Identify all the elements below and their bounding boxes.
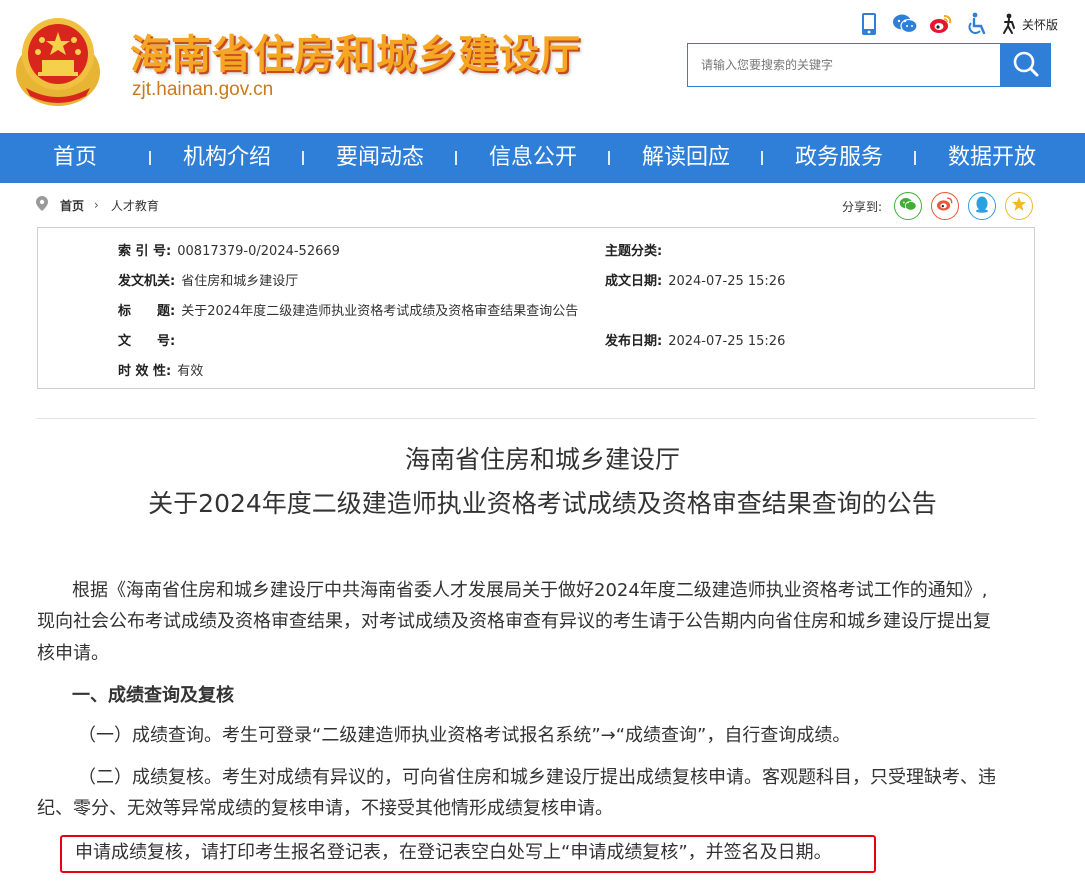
share-weibo-button[interactable] bbox=[931, 192, 960, 220]
nav-item-interpretation[interactable]: 解读回应 bbox=[642, 133, 730, 183]
accessibility-icon[interactable] bbox=[964, 11, 990, 37]
meta-created: 成文日期: 2024-07-25 15:26 bbox=[605, 270, 785, 289]
nav-item-about[interactable]: 机构介绍 bbox=[183, 133, 271, 183]
weibo-icon bbox=[936, 196, 954, 216]
location-pin-icon bbox=[36, 196, 48, 214]
chevron-right-icon: › bbox=[94, 198, 99, 212]
meta-issuer-label: 发文机关: bbox=[118, 274, 176, 289]
meta-title-value: 关于2024年度二级建造师执业资格考试成绩及资格审查结果查询公告 bbox=[181, 304, 579, 319]
breadcrumb-home[interactable]: 首页 bbox=[60, 197, 84, 214]
nav-separator bbox=[761, 151, 763, 165]
meta-index: 索 引 号: 00817379-0/2024-52669 bbox=[118, 240, 340, 259]
nav-item-news[interactable]: 要闻动态 bbox=[336, 133, 424, 183]
search-input[interactable] bbox=[688, 44, 1000, 86]
article-paragraph-line: 核申请。 bbox=[37, 643, 109, 664]
nav-separator bbox=[455, 151, 457, 165]
meta-created-value: 2024-07-25 15:26 bbox=[668, 274, 786, 289]
document-meta-box: 索 引 号: 00817379-0/2024-52669 主题分类: 发文机关: 省… bbox=[37, 227, 1035, 389]
header-tools: 关怀版 bbox=[856, 10, 1058, 38]
wechat-icon bbox=[899, 197, 917, 216]
article-title-line2: 关于2024年度二级建造师执业资格考试成绩及资格审查结果查询的公告 bbox=[148, 489, 937, 518]
meta-title-label: 标 题: bbox=[118, 304, 176, 319]
site-url[interactable]: zjt.hainan.gov.cn bbox=[132, 79, 273, 101]
meta-docno-label: 文 号: bbox=[118, 334, 176, 349]
search-box bbox=[687, 43, 1000, 87]
nav-item-disclosure[interactable]: 信息公开 bbox=[489, 133, 577, 183]
meta-validity-value: 有效 bbox=[177, 364, 204, 379]
section-heading: 一、成绩查询及复核 bbox=[72, 685, 234, 706]
nav-separator bbox=[608, 151, 610, 165]
search-button[interactable] bbox=[1000, 43, 1051, 87]
care-mode-link[interactable]: 关怀版 bbox=[1022, 16, 1058, 33]
main-nav: 首页 机构介绍 要闻动态 信息公开 解读回应 政务服务 数据开放 bbox=[0, 133, 1085, 183]
meta-index-label: 索 引 号: bbox=[118, 244, 172, 259]
article-paragraph-line: 现向社会公布考试成绩及资格审查结果，对考试成绩及资格审查有异议的考生请于公告期内… bbox=[37, 611, 991, 632]
meta-topic: 主题分类: bbox=[605, 240, 668, 259]
nav-item-open-data[interactable]: 数据开放 bbox=[948, 133, 1036, 183]
site-header: 海南省住房和城乡建设厅 zjt.hainan.gov.cn 关怀版 bbox=[0, 0, 1085, 133]
meta-issuer-value: 省住房和城乡建设厅 bbox=[181, 274, 299, 289]
meta-published-label: 发布日期: bbox=[605, 334, 663, 349]
article-paragraph-line: （二）成绩复核。考生对成绩有异议的，可向省住房和城乡建设厅提出成绩复核申请。客观… bbox=[78, 767, 996, 788]
meta-published-value: 2024-07-25 15:26 bbox=[668, 334, 786, 349]
breadcrumb: 首页 › 人才教育 bbox=[36, 195, 159, 215]
qq-icon bbox=[975, 196, 989, 217]
meta-created-label: 成文日期: bbox=[605, 274, 663, 289]
meta-title: 标 题: 关于2024年度二级建造师执业资格考试成绩及资格审查结果查询公告 bbox=[118, 300, 578, 319]
meta-issuer: 发文机关: 省住房和城乡建设厅 bbox=[118, 270, 298, 289]
meta-index-value: 00817379-0/2024-52669 bbox=[177, 244, 340, 259]
article-title-line1: 海南省住房和城乡建设厅 bbox=[404, 445, 680, 474]
national-emblem-logo[interactable] bbox=[12, 10, 104, 110]
share-bar: 分享到: bbox=[842, 191, 1034, 221]
breadcrumb-current[interactable]: 人才教育 bbox=[111, 197, 159, 214]
content-divider bbox=[37, 418, 1035, 419]
meta-topic-label: 主题分类: bbox=[605, 244, 663, 259]
article-paragraph-line: 根据《海南省住房和城乡建设厅中共海南省委人才发展局关于做好2024年度二级建造师… bbox=[72, 580, 988, 601]
meta-validity-label: 时 效 性: bbox=[118, 364, 172, 379]
qzone-star-icon bbox=[1011, 196, 1027, 216]
highlighted-paragraph: 申请成绩复核，请打印考生报名登记表，在登记表空白处写上“申请成绩复核”，并签名及… bbox=[75, 842, 832, 863]
share-qq-button[interactable] bbox=[968, 192, 997, 220]
meta-validity: 时 效 性: 有效 bbox=[118, 360, 203, 379]
share-wechat-button[interactable] bbox=[894, 192, 923, 220]
share-label: 分享到: bbox=[842, 199, 883, 214]
meta-published: 发布日期: 2024-07-25 15:26 bbox=[605, 330, 785, 349]
nav-item-home[interactable]: 首页 bbox=[53, 133, 97, 183]
wechat-icon[interactable] bbox=[892, 11, 918, 37]
nav-separator bbox=[149, 151, 151, 165]
search-icon bbox=[1012, 50, 1040, 81]
nav-separator bbox=[914, 151, 916, 165]
site-title[interactable]: 海南省住房和城乡建设厅 bbox=[130, 22, 581, 80]
article-paragraph-line: （一）成绩查询。考生可登录“二级建造师执业资格考试报名系统”→“成绩查询”，自行… bbox=[78, 725, 851, 746]
mobile-icon[interactable] bbox=[856, 11, 882, 37]
elderly-care-icon[interactable] bbox=[1000, 11, 1018, 37]
share-qzone-button[interactable] bbox=[1005, 192, 1034, 220]
nav-separator bbox=[302, 151, 304, 165]
meta-docno: 文 号: bbox=[118, 330, 181, 349]
article-paragraph-line: 纪、零分、无效等异常成绩的复核申请，不接受其他情形成绩复核申请。 bbox=[37, 798, 613, 819]
nav-item-services[interactable]: 政务服务 bbox=[795, 133, 883, 183]
weibo-icon[interactable] bbox=[928, 11, 954, 37]
